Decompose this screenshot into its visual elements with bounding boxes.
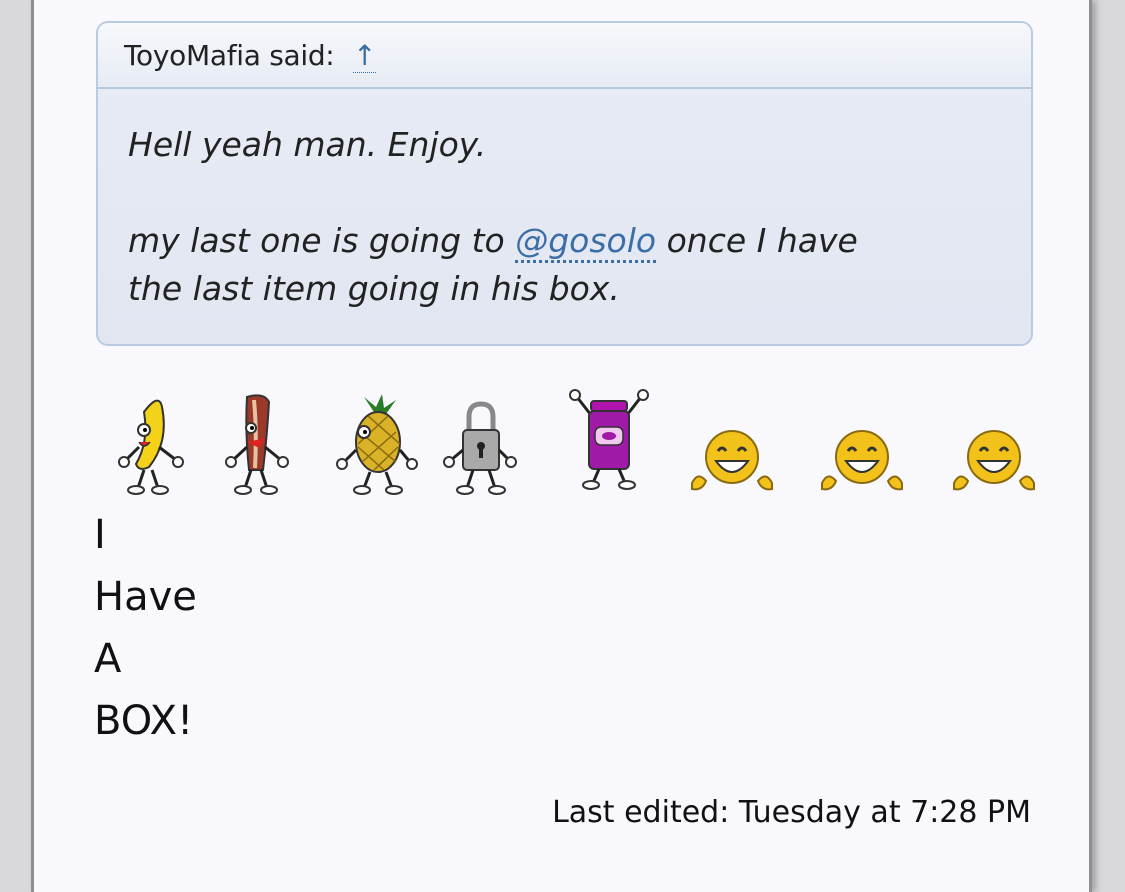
dancing-pineapple-icon xyxy=(336,394,418,495)
quote-line-1: Hell yeah man. Enjoy. xyxy=(128,125,487,164)
laughing-smiley-icon xyxy=(691,430,773,491)
quote-block: ToyoMafia said: ↑ Hell yeah man. Enjoy. … xyxy=(96,21,1033,346)
dancing-padlock-icon xyxy=(443,401,517,495)
smilies-row xyxy=(104,387,1044,497)
quote-header: ToyoMafia said: ↑ xyxy=(98,23,1031,89)
post-line: BOX! xyxy=(94,698,194,744)
laughing-smiley-icon xyxy=(953,430,1035,491)
post-body-text: I Have A BOX! xyxy=(94,504,197,752)
post-line: A xyxy=(94,636,122,682)
last-edited-label: Last edited: Tuesday at 7:28 PM xyxy=(552,795,1031,830)
quote-author: ToyoMafia xyxy=(124,39,261,72)
dancing-jelly-jar-icon xyxy=(569,389,649,490)
dancing-banana-icon xyxy=(118,399,184,495)
post-line: I xyxy=(94,512,106,558)
post-line: Have xyxy=(94,574,197,620)
user-mention-link[interactable]: @gosolo xyxy=(515,221,657,263)
post-container: ToyoMafia said: ↑ Hell yeah man. Enjoy. … xyxy=(31,0,1092,892)
quote-line-2: my last one is going to @gosolo once I h… xyxy=(128,217,1001,265)
dancing-bacon-icon xyxy=(225,394,289,495)
quote-line-3: the last item going in his box. xyxy=(128,269,620,308)
quote-said-label: said: xyxy=(269,39,335,72)
quote-content: Hell yeah man. Enjoy. my last one is goi… xyxy=(98,89,1031,313)
laughing-smiley-icon xyxy=(821,430,903,491)
jump-to-quote-link[interactable]: ↑ xyxy=(353,39,377,73)
